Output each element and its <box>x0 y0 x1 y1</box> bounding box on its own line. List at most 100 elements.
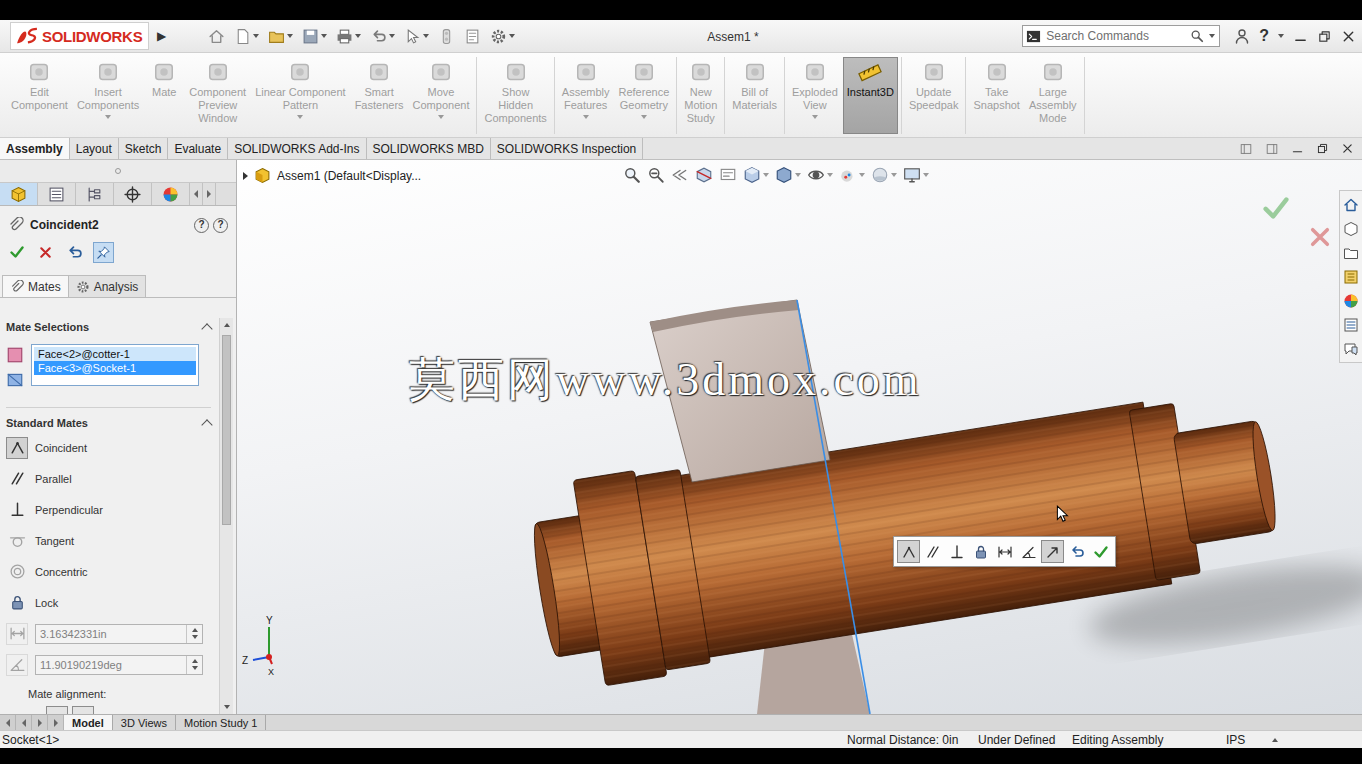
mate-option[interactable]: Tangent <box>6 525 219 556</box>
view-tool-button[interactable] <box>871 166 897 184</box>
mate-value-field[interactable]: 3.16342331in <box>35 624 203 644</box>
command-tab[interactable]: Evaluate <box>168 138 228 159</box>
selection-item[interactable]: Face<3>@Socket-1 <box>34 361 196 375</box>
command-tab[interactable]: SOLIDWORKS Inspection <box>491 138 643 159</box>
quick-tool-button[interactable] <box>462 26 483 47</box>
doc-minimize-button[interactable] <box>1291 142 1304 155</box>
tab-prev-button[interactable] <box>16 715 32 730</box>
quick-tool-button[interactable] <box>436 26 457 47</box>
restore-button[interactable] <box>1317 29 1332 44</box>
context-tool-button[interactable] <box>897 540 920 563</box>
context-tool-button[interactable] <box>1041 540 1064 563</box>
task-pane-tab[interactable] <box>1340 314 1362 335</box>
command-button[interactable]: Mate <box>144 57 184 134</box>
quick-tool-button[interactable] <box>266 26 295 47</box>
quick-tool-button[interactable] <box>334 26 363 47</box>
command-button[interactable]: Assembly Features <box>558 57 614 134</box>
panel-grip[interactable] <box>0 160 236 182</box>
user-button[interactable] <box>1234 28 1250 44</box>
solidworks-logo[interactable]: SOLIDWORKS <box>10 22 149 50</box>
confirm-cancel-button[interactable] <box>1307 224 1333 250</box>
context-tool-button[interactable] <box>945 540 968 563</box>
task-pane-tab[interactable] <box>1340 266 1362 287</box>
mate-button[interactable] <box>6 468 28 490</box>
manager-tab[interactable] <box>152 183 190 205</box>
spin-buttons[interactable] <box>186 656 202 674</box>
manager-tab[interactable] <box>38 183 76 205</box>
manager-tab[interactable] <box>114 183 152 205</box>
panel-left-button[interactable] <box>1239 142 1253 156</box>
command-tab[interactable]: Layout <box>70 138 119 159</box>
mate-button[interactable] <box>6 623 28 645</box>
document-tab[interactable]: Model <box>64 715 113 730</box>
command-button[interactable]: New Motion Study <box>680 57 721 134</box>
ok-button[interactable] <box>6 242 27 263</box>
confirm-ok-button[interactable] <box>1261 193 1291 223</box>
view-tool-button[interactable] <box>647 166 665 184</box>
command-tab[interactable]: SOLIDWORKS MBD <box>367 138 491 159</box>
view-tool-button[interactable] <box>775 166 801 184</box>
document-tab[interactable]: 3D Views <box>113 715 176 730</box>
spin-buttons[interactable] <box>186 625 202 643</box>
menu-expand-button[interactable]: ▶ <box>157 29 166 43</box>
context-tool-button[interactable] <box>1017 540 1040 563</box>
mate-option[interactable]: Concentric <box>6 556 219 587</box>
mate-option[interactable]: Parallel <box>6 463 219 494</box>
view-tool-button[interactable] <box>671 166 689 184</box>
mate-button[interactable] <box>6 561 28 583</box>
feature-tree-flyout[interactable]: Assem1 (Default<Display... <box>243 167 421 184</box>
command-button[interactable]: Insert Components <box>73 57 143 134</box>
mate-value-field[interactable]: 11.90190219deg <box>35 655 203 675</box>
doc-restore-button[interactable] <box>1316 142 1329 155</box>
view-tool-button[interactable] <box>743 166 769 184</box>
mate-button[interactable] <box>6 437 28 459</box>
command-button[interactable]: Smart Fasteners <box>351 57 408 134</box>
manager-tab[interactable] <box>0 183 38 205</box>
view-tool-button[interactable] <box>623 166 641 184</box>
help-button[interactable]: ? <box>213 218 228 233</box>
selection-list[interactable]: Face<2>@cotter-1Face<3>@Socket-1 <box>31 344 199 386</box>
command-button[interactable]: Reference Geometry <box>615 57 674 134</box>
anti-aligned-button[interactable] <box>72 706 94 714</box>
command-button[interactable]: Bill of Materials <box>728 57 781 134</box>
undo-button[interactable] <box>64 242 85 263</box>
scroll-up-button[interactable] <box>220 318 233 332</box>
command-button[interactable]: Take Snapshot <box>969 57 1023 134</box>
tab-scroll-right-button[interactable] <box>203 183 216 205</box>
cancel-button[interactable] <box>35 242 56 263</box>
tab-last-button[interactable] <box>48 715 64 730</box>
task-pane-tab[interactable] <box>1340 338 1362 359</box>
minimize-button[interactable] <box>1293 29 1308 44</box>
help-button[interactable]: ? <box>194 218 209 233</box>
context-tool-button[interactable] <box>1065 540 1088 563</box>
close-button[interactable] <box>1341 29 1356 44</box>
mate-tab[interactable]: Mates <box>2 275 69 297</box>
view-tool-button[interactable] <box>839 166 865 184</box>
panel-right-button[interactable] <box>1265 142 1279 156</box>
context-tool-button[interactable] <box>993 540 1016 563</box>
units-button[interactable]: IPS <box>1226 733 1272 747</box>
panel-scrollbar[interactable] <box>219 318 233 714</box>
section-header[interactable]: Standard Mates <box>6 414 219 432</box>
task-pane-tab[interactable] <box>1340 194 1362 215</box>
mate-option[interactable]: Coincident <box>6 432 219 463</box>
view-tool-button[interactable] <box>807 166 833 184</box>
task-pane-tab[interactable] <box>1340 218 1362 239</box>
quick-tool-button[interactable] <box>488 26 517 47</box>
task-pane-tab[interactable] <box>1340 290 1362 311</box>
units-menu-icon[interactable] <box>1272 738 1278 742</box>
command-button[interactable]: Show Hidden Components <box>480 57 550 134</box>
aligned-button[interactable] <box>46 706 68 714</box>
task-pane-tab[interactable] <box>1340 242 1362 263</box>
context-tool-button[interactable] <box>969 540 992 563</box>
selection-item[interactable]: Face<2>@cotter-1 <box>34 347 196 361</box>
command-button[interactable]: Component Preview Window <box>185 57 250 134</box>
document-tab[interactable]: Motion Study 1 <box>176 715 266 730</box>
view-tool-button[interactable] <box>695 166 713 184</box>
command-button[interactable]: Edit Component <box>7 57 72 134</box>
view-tool-button[interactable] <box>719 166 737 184</box>
command-tab[interactable]: Assembly <box>0 138 70 159</box>
tab-scroll-left-button[interactable] <box>190 183 203 205</box>
view-tool-button[interactable] <box>903 166 929 184</box>
pin-button[interactable] <box>93 242 114 263</box>
